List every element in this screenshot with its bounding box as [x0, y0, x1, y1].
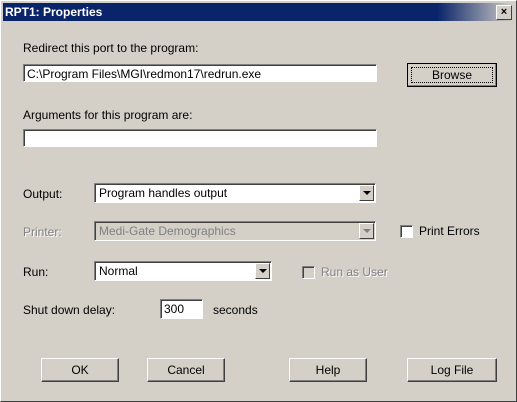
- output-label: Output:: [23, 187, 63, 201]
- program-path-input[interactable]: C:\Program Files\MGI\redmon17\redrun.exe: [23, 64, 377, 82]
- arguments-label: Arguments for this program are:: [23, 108, 193, 122]
- print-errors-checkbox[interactable]: [400, 225, 413, 238]
- shutdown-delay-label: Shut down delay:: [23, 303, 116, 317]
- chevron-down-icon[interactable]: [255, 263, 270, 279]
- cancel-button[interactable]: Cancel: [147, 358, 225, 382]
- run-label: Run:: [23, 265, 49, 279]
- run-selected-value: Normal: [99, 264, 138, 278]
- help-button[interactable]: Help: [289, 358, 367, 382]
- run-as-user-label: Run as User: [321, 265, 388, 279]
- properties-dialog: RPT1: Properties × Redirect this port to…: [0, 0, 517, 402]
- print-errors-label[interactable]: Print Errors: [419, 224, 480, 238]
- browse-button[interactable]: Browse: [407, 63, 497, 87]
- redirect-label: Redirect this port to the program:: [23, 41, 199, 55]
- output-selected-value: Program handles output: [99, 186, 228, 200]
- arguments-input[interactable]: [23, 129, 377, 147]
- close-icon[interactable]: ×: [496, 5, 512, 20]
- output-dropdown[interactable]: Program handles output: [94, 183, 376, 203]
- title-bar[interactable]: RPT1: Properties ×: [3, 3, 514, 21]
- log-file-button[interactable]: Log File: [407, 358, 497, 382]
- chevron-down-icon: [359, 223, 374, 239]
- window-title: RPT1: Properties: [5, 5, 103, 19]
- printer-dropdown: Medi-Gate Demographics: [94, 221, 376, 241]
- shutdown-delay-input[interactable]: 300: [160, 299, 203, 319]
- chevron-down-icon[interactable]: [359, 185, 374, 201]
- run-as-user-checkbox: [302, 266, 315, 279]
- ok-button[interactable]: OK: [41, 358, 119, 382]
- printer-selected-value: Medi-Gate Demographics: [99, 224, 236, 238]
- seconds-label: seconds: [213, 303, 258, 317]
- browse-button-label: Browse: [411, 67, 493, 83]
- printer-label: Printer:: [23, 225, 62, 239]
- run-dropdown[interactable]: Normal: [94, 261, 272, 281]
